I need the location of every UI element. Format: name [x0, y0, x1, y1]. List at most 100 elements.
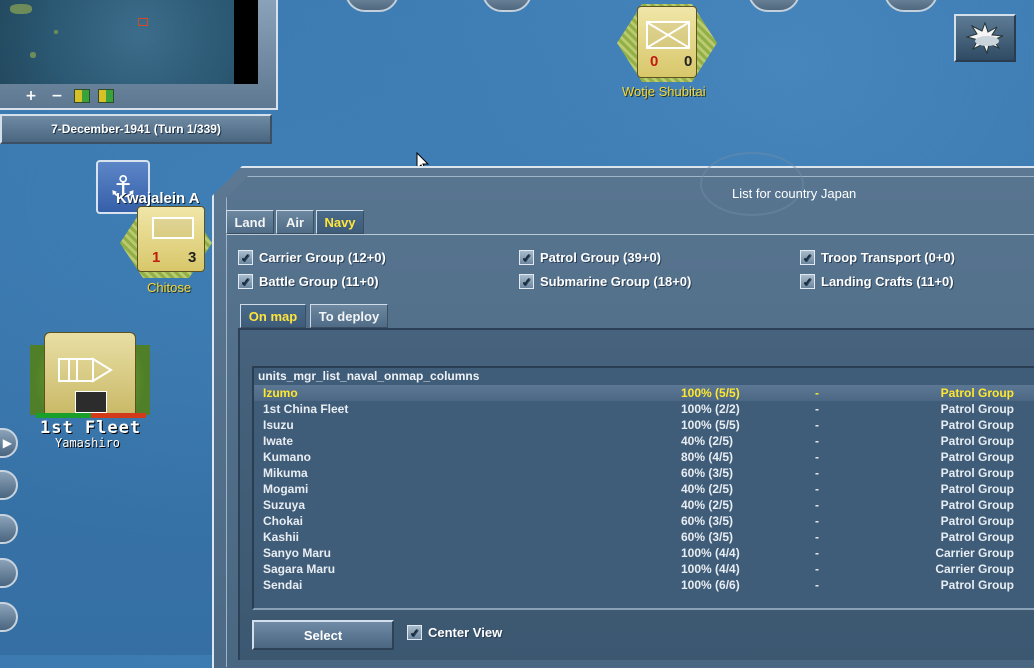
unit-type-cell: Patrol Group [940, 386, 1014, 400]
table-row[interactable]: Chokai 60% (3/5) - Patrol Group [254, 513, 1034, 529]
minimap-toolbar: + − [0, 86, 258, 106]
top-menu-button-1[interactable] [345, 0, 399, 12]
minimap-island [10, 4, 32, 14]
select-button[interactable]: Select [252, 620, 394, 650]
filter-label: Carrier Group (12+0) [259, 250, 386, 265]
fleet-symbol-icon [58, 357, 113, 383]
weather-button[interactable] [954, 14, 1016, 62]
checkbox-checked-icon[interactable]: ✓ [800, 274, 815, 289]
unit-type-cell: Patrol Group [940, 402, 1014, 416]
table-row[interactable]: Suzuya 40% (2/5) - Patrol Group [254, 497, 1034, 513]
unit-type-cell: Patrol Group [940, 450, 1014, 464]
side-nav-button-2[interactable] [0, 470, 18, 500]
table-row[interactable]: Sagara Maru 100% (4/4) - Carrier Group [254, 561, 1034, 577]
unit-strength-cell: 60% (3/5) [681, 530, 734, 544]
tab-air[interactable]: Air [276, 210, 314, 234]
side-nav-button-5[interactable] [0, 602, 18, 632]
filter-label: Patrol Group (39+0) [540, 250, 661, 265]
table-row[interactable]: Kashii 60% (3/5) - Patrol Group [254, 529, 1034, 545]
unit-type-cell: Carrier Group [935, 546, 1014, 560]
minimap[interactable] [0, 0, 258, 84]
checkbox-checked-icon[interactable]: ✓ [519, 250, 534, 265]
unit-col3-cell: - [815, 418, 819, 432]
unit-strength-cell: 60% (3/5) [681, 514, 734, 528]
commander-portrait [75, 391, 107, 413]
unit-strength-cell: 100% (5/5) [681, 418, 740, 432]
table-row[interactable]: Sendai 100% (6/6) - Patrol Group [254, 577, 1034, 593]
naval-unit-symbol-icon [152, 217, 194, 239]
unit-name-cell: Sanyo Maru [263, 546, 332, 560]
unit-label-chitose: Chitose [147, 280, 192, 295]
table-row[interactable]: Mikuma 60% (3/5) - Patrol Group [254, 465, 1034, 481]
minimap-frame: + − [0, 0, 278, 110]
flag-filter-icon[interactable] [98, 89, 114, 103]
unit-col3-cell: - [815, 482, 819, 496]
unit-strength-cell: 100% (4/4) [681, 562, 740, 576]
subtab-to-deploy[interactable]: To deploy [310, 304, 388, 328]
table-row[interactable]: Sanyo Maru 100% (4/4) - Carrier Group [254, 545, 1034, 561]
checkbox-checked-icon[interactable]: ✓ [519, 274, 534, 289]
unit-col3-cell: - [815, 386, 819, 400]
filter-landing-crafts[interactable]: ✓ Landing Crafts (11+0) [800, 274, 954, 289]
unit-col3-cell: - [815, 402, 819, 416]
top-menu-button-3[interactable] [748, 0, 800, 12]
checkbox-checked-icon[interactable]: ✓ [238, 274, 253, 289]
zoom-in-button[interactable]: + [22, 88, 40, 104]
unit-name-cell: 1st China Fleet [263, 402, 349, 416]
air-unit-counter[interactable]: 0 0 [637, 6, 697, 78]
filter-submarine-group[interactable]: ✓ Submarine Group (18+0) [519, 274, 691, 289]
unit-col3-cell: - [815, 498, 819, 512]
minimap-island [54, 30, 58, 34]
panel-title: List for country Japan [732, 186, 857, 201]
unit-type-cell: Patrol Group [940, 482, 1014, 496]
tab-navy[interactable]: Navy [316, 210, 364, 234]
unit-type-cell: Patrol Group [940, 418, 1014, 432]
table-row[interactable]: Isuzu 100% (5/5) - Patrol Group [254, 417, 1034, 433]
unit-strength-cell: 100% (6/6) [681, 578, 740, 592]
unit-col3-cell: - [815, 562, 819, 576]
tab-land[interactable]: Land [226, 210, 274, 234]
table-row[interactable]: 1st China Fleet 100% (2/2) - Patrol Group [254, 401, 1034, 417]
table-row[interactable]: Mogami 40% (2/5) - Patrol Group [254, 481, 1034, 497]
table-row[interactable]: Iwate 40% (2/5) - Patrol Group [254, 433, 1034, 449]
unit-strength-cell: 100% (5/5) [681, 386, 740, 400]
filter-patrol-group[interactable]: ✓ Patrol Group (39+0) [519, 250, 661, 265]
checkbox-checked-icon[interactable]: ✓ [407, 625, 422, 640]
naval-unit-counter[interactable]: 1 3 [137, 206, 205, 272]
unit-name-cell: Isuzu [263, 418, 294, 432]
top-menu-button-4[interactable] [884, 0, 938, 12]
filter-carrier-group[interactable]: ✓ Carrier Group (12+0) [238, 250, 386, 265]
unit-col3-cell: - [815, 578, 819, 592]
minimap-scroll-left-button[interactable] [10, 88, 14, 104]
unit-name-cell: Kumano [263, 450, 311, 464]
table-row[interactable]: Izumo 100% (5/5) - Patrol Group [254, 385, 1034, 401]
unit-label-wotje: Wotje Shubitai [622, 84, 706, 99]
center-view-toggle[interactable]: ✓ Center View [407, 625, 502, 640]
filter-battle-group[interactable]: ✓ Battle Group (11+0) [238, 274, 379, 289]
unit-strength-cell: 40% (2/5) [681, 482, 734, 496]
checkbox-checked-icon[interactable]: ✓ [800, 250, 815, 265]
subtab-on-map[interactable]: On map [240, 304, 306, 328]
unit-type-cell: Patrol Group [940, 514, 1014, 528]
fleet-counter[interactable] [44, 332, 136, 418]
zoom-out-button[interactable]: − [48, 88, 66, 104]
filter-label: Battle Group (11+0) [259, 274, 379, 289]
flag-filter-icon[interactable] [74, 89, 90, 103]
side-nav-button-4[interactable] [0, 558, 18, 588]
unit-strength-cell: 40% (2/5) [681, 434, 734, 448]
filter-troop-transport[interactable]: ✓ Troop Transport (0+0) [800, 250, 955, 265]
unit-type-cell: Patrol Group [940, 530, 1014, 544]
side-nav-button-1[interactable]: ▶ [0, 428, 18, 458]
table-row[interactable]: Kumano 80% (4/5) - Patrol Group [254, 449, 1034, 465]
unit-name-cell: Sagara Maru [263, 562, 336, 576]
side-nav-button-3[interactable] [0, 514, 18, 544]
unit-strength-cell: 60% (3/5) [681, 466, 734, 480]
top-menu-button-2[interactable] [482, 0, 532, 12]
unit-type-cell: Patrol Group [940, 578, 1014, 592]
checkbox-checked-icon[interactable]: ✓ [238, 250, 253, 265]
unit-name-cell: Sendai [263, 578, 303, 592]
unit-name-cell: Chokai [263, 514, 304, 528]
unit-type-cell: Patrol Group [940, 434, 1014, 448]
unit-col3-cell: - [815, 514, 819, 528]
unit-strength-cell: 100% (2/2) [681, 402, 740, 416]
